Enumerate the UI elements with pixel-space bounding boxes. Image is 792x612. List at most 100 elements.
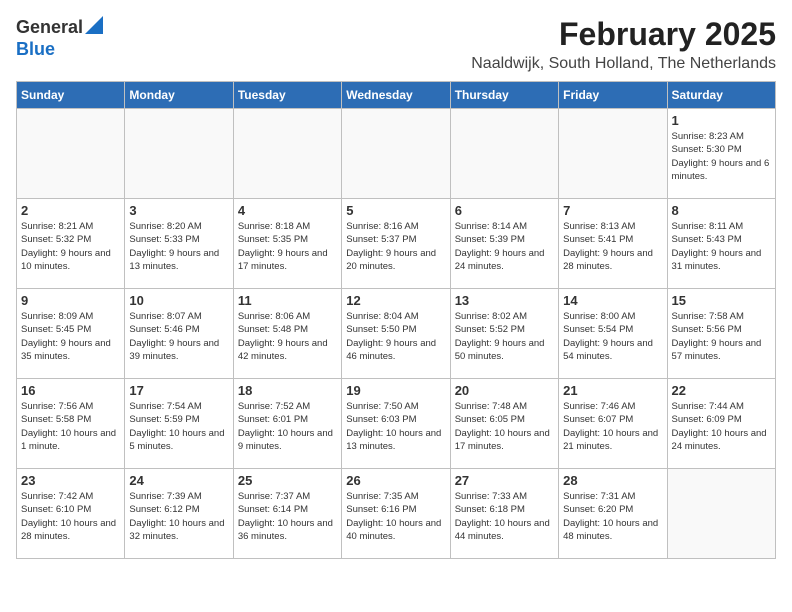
calendar-cell — [342, 109, 450, 199]
cell-info-text: Sunrise: 7:46 AM Sunset: 6:07 PM Dayligh… — [563, 400, 662, 453]
calendar-header-row: SundayMondayTuesdayWednesdayThursdayFrid… — [17, 82, 776, 109]
cell-day-number: 23 — [21, 473, 120, 488]
calendar-cell: 8 Sunrise: 8:11 AM Sunset: 5:43 PM Daylig… — [667, 199, 775, 289]
calendar-cell — [233, 109, 341, 199]
cell-info-text: Sunrise: 8:09 AM Sunset: 5:45 PM Dayligh… — [21, 310, 120, 363]
calendar-cell — [125, 109, 233, 199]
calendar-week-row: 23 Sunrise: 7:42 AM Sunset: 6:10 PM Dayli… — [17, 469, 776, 559]
cell-day-number: 18 — [238, 383, 337, 398]
cell-info-text: Sunrise: 8:07 AM Sunset: 5:46 PM Dayligh… — [129, 310, 228, 363]
cell-info-text: Sunrise: 7:42 AM Sunset: 6:10 PM Dayligh… — [21, 490, 120, 543]
cell-day-number: 14 — [563, 293, 662, 308]
calendar-cell: 28 Sunrise: 7:31 AM Sunset: 6:20 PM Dayli… — [559, 469, 667, 559]
cell-day-number: 17 — [129, 383, 228, 398]
cell-day-number: 3 — [129, 203, 228, 218]
calendar-cell: 14 Sunrise: 8:00 AM Sunset: 5:54 PM Dayli… — [559, 289, 667, 379]
cell-day-number: 4 — [238, 203, 337, 218]
cell-info-text: Sunrise: 8:21 AM Sunset: 5:32 PM Dayligh… — [21, 220, 120, 273]
calendar-cell: 4 Sunrise: 8:18 AM Sunset: 5:35 PM Daylig… — [233, 199, 341, 289]
calendar-cell: 11 Sunrise: 8:06 AM Sunset: 5:48 PM Dayli… — [233, 289, 341, 379]
logo: General Blue — [16, 16, 103, 60]
cell-info-text: Sunrise: 7:56 AM Sunset: 5:58 PM Dayligh… — [21, 400, 120, 453]
calendar-cell: 3 Sunrise: 8:20 AM Sunset: 5:33 PM Daylig… — [125, 199, 233, 289]
cell-info-text: Sunrise: 7:31 AM Sunset: 6:20 PM Dayligh… — [563, 490, 662, 543]
calendar-cell: 26 Sunrise: 7:35 AM Sunset: 6:16 PM Dayli… — [342, 469, 450, 559]
cell-day-number: 26 — [346, 473, 445, 488]
cell-info-text: Sunrise: 7:54 AM Sunset: 5:59 PM Dayligh… — [129, 400, 228, 453]
cell-day-number: 7 — [563, 203, 662, 218]
cell-day-number: 10 — [129, 293, 228, 308]
calendar-cell: 1 Sunrise: 8:23 AM Sunset: 5:30 PM Daylig… — [667, 109, 775, 199]
header-saturday: Saturday — [667, 82, 775, 109]
calendar-table: SundayMondayTuesdayWednesdayThursdayFrid… — [16, 81, 776, 559]
cell-day-number: 27 — [455, 473, 554, 488]
cell-day-number: 15 — [672, 293, 771, 308]
cell-day-number: 2 — [21, 203, 120, 218]
cell-day-number: 20 — [455, 383, 554, 398]
cell-info-text: Sunrise: 7:48 AM Sunset: 6:05 PM Dayligh… — [455, 400, 554, 453]
cell-info-text: Sunrise: 8:00 AM Sunset: 5:54 PM Dayligh… — [563, 310, 662, 363]
cell-day-number: 11 — [238, 293, 337, 308]
cell-info-text: Sunrise: 8:04 AM Sunset: 5:50 PM Dayligh… — [346, 310, 445, 363]
cell-day-number: 1 — [672, 113, 771, 128]
cell-day-number: 9 — [21, 293, 120, 308]
cell-day-number: 13 — [455, 293, 554, 308]
cell-day-number: 12 — [346, 293, 445, 308]
header-monday: Monday — [125, 82, 233, 109]
calendar-cell: 25 Sunrise: 7:37 AM Sunset: 6:14 PM Dayli… — [233, 469, 341, 559]
calendar-cell: 13 Sunrise: 8:02 AM Sunset: 5:52 PM Dayli… — [450, 289, 558, 379]
header-tuesday: Tuesday — [233, 82, 341, 109]
calendar-week-row: 9 Sunrise: 8:09 AM Sunset: 5:45 PM Daylig… — [17, 289, 776, 379]
logo-icon — [85, 16, 103, 34]
calendar-cell: 27Sunrise: 7:33 AM Sunset: 6:18 PM Dayli… — [450, 469, 558, 559]
cell-day-number: 22 — [672, 383, 771, 398]
cell-info-text: Sunrise: 8:13 AM Sunset: 5:41 PM Dayligh… — [563, 220, 662, 273]
calendar-cell: 20 Sunrise: 7:48 AM Sunset: 6:05 PM Dayli… — [450, 379, 558, 469]
cell-info-text: Sunrise: 8:23 AM Sunset: 5:30 PM Dayligh… — [672, 130, 771, 183]
calendar-cell: 6Sunrise: 8:14 AM Sunset: 5:39 PM Daylig… — [450, 199, 558, 289]
logo-general-text: General — [16, 17, 83, 38]
calendar-cell: 21 Sunrise: 7:46 AM Sunset: 6:07 PM Dayli… — [559, 379, 667, 469]
cell-day-number: 25 — [238, 473, 337, 488]
cell-info-text: Sunrise: 8:16 AM Sunset: 5:37 PM Dayligh… — [346, 220, 445, 273]
calendar-cell: 18Sunrise: 7:52 AM Sunset: 6:01 PM Dayli… — [233, 379, 341, 469]
cell-day-number: 19 — [346, 383, 445, 398]
calendar-week-row: 16 Sunrise: 7:56 AM Sunset: 5:58 PM Dayli… — [17, 379, 776, 469]
cell-info-text: Sunrise: 7:58 AM Sunset: 5:56 PM Dayligh… — [672, 310, 771, 363]
header-friday: Friday — [559, 82, 667, 109]
header: General Blue February 2025 Naaldwijk, So… — [16, 16, 776, 73]
calendar-week-row: 2 Sunrise: 8:21 AM Sunset: 5:32 PM Daylig… — [17, 199, 776, 289]
cell-day-number: 8 — [672, 203, 771, 218]
title-area: February 2025 Naaldwijk, South Holland, … — [471, 16, 776, 73]
calendar-cell: 19 Sunrise: 7:50 AM Sunset: 6:03 PM Dayli… — [342, 379, 450, 469]
cell-day-number: 21 — [563, 383, 662, 398]
calendar-cell: 5 Sunrise: 8:16 AM Sunset: 5:37 PM Daylig… — [342, 199, 450, 289]
header-sunday: Sunday — [17, 82, 125, 109]
calendar-cell — [559, 109, 667, 199]
calendar-cell: 2 Sunrise: 8:21 AM Sunset: 5:32 PM Daylig… — [17, 199, 125, 289]
cell-info-text: Sunrise: 7:35 AM Sunset: 6:16 PM Dayligh… — [346, 490, 445, 543]
cell-info-text: Sunrise: 8:06 AM Sunset: 5:48 PM Dayligh… — [238, 310, 337, 363]
logo-blue-text: Blue — [16, 39, 55, 59]
header-thursday: Thursday — [450, 82, 558, 109]
calendar-cell: 24 Sunrise: 7:39 AM Sunset: 6:12 PM Dayli… — [125, 469, 233, 559]
calendar-cell: 22Sunrise: 7:44 AM Sunset: 6:09 PM Dayli… — [667, 379, 775, 469]
cell-info-text: Sunrise: 7:37 AM Sunset: 6:14 PM Dayligh… — [238, 490, 337, 543]
calendar-cell: 9 Sunrise: 8:09 AM Sunset: 5:45 PM Daylig… — [17, 289, 125, 379]
cell-info-text: Sunrise: 8:02 AM Sunset: 5:52 PM Dayligh… — [455, 310, 554, 363]
cell-info-text: Sunrise: 8:20 AM Sunset: 5:33 PM Dayligh… — [129, 220, 228, 273]
cell-day-number: 16 — [21, 383, 120, 398]
calendar-cell: 15 Sunrise: 7:58 AM Sunset: 5:56 PM Dayli… — [667, 289, 775, 379]
cell-day-number: 28 — [563, 473, 662, 488]
cell-day-number: 5 — [346, 203, 445, 218]
cell-info-text: Sunrise: 7:39 AM Sunset: 6:12 PM Dayligh… — [129, 490, 228, 543]
calendar-cell — [450, 109, 558, 199]
cell-info-text: Sunrise: 7:50 AM Sunset: 6:03 PM Dayligh… — [346, 400, 445, 453]
calendar-cell — [667, 469, 775, 559]
cell-info-text: Sunrise: 8:11 AM Sunset: 5:43 PM Dayligh… — [672, 220, 771, 273]
calendar-cell: 16 Sunrise: 7:56 AM Sunset: 5:58 PM Dayli… — [17, 379, 125, 469]
cell-info-text: Sunrise: 8:18 AM Sunset: 5:35 PM Dayligh… — [238, 220, 337, 273]
cell-day-number: 24 — [129, 473, 228, 488]
calendar-subtitle: Naaldwijk, South Holland, The Netherland… — [471, 55, 776, 73]
calendar-cell: 7 Sunrise: 8:13 AM Sunset: 5:41 PM Daylig… — [559, 199, 667, 289]
